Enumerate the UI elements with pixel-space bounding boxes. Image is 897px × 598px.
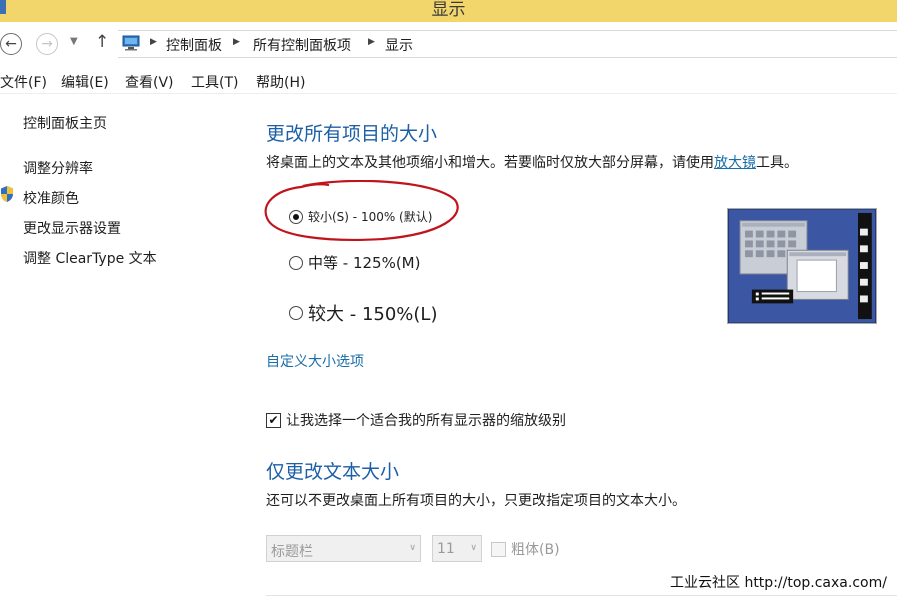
menu-file[interactable]: 文件(F) bbox=[0, 72, 47, 92]
chevron-down-icon: ∨ bbox=[470, 543, 477, 553]
watermark-text: 工业云社区 http://top.caxa.com/ bbox=[670, 575, 887, 591]
text-size-heading: 仅更改文本大小 bbox=[266, 461, 400, 483]
window-title: 显示 bbox=[431, 0, 466, 20]
bold-checkbox[interactable] bbox=[491, 541, 506, 557]
breadcrumb-all-items[interactable]: 所有控制面板项 bbox=[253, 35, 351, 55]
red-annotation-circle bbox=[264, 180, 459, 241]
size-option-label: 中等 - 125%(M) bbox=[308, 254, 421, 272]
sidebar-item-cleartype[interactable]: 调整 ClearType 文本 bbox=[23, 248, 157, 268]
menu-help[interactable]: 帮助(H) bbox=[256, 72, 305, 92]
description-text-end: 工具。 bbox=[756, 155, 798, 171]
title-bar: 显示 bbox=[0, 0, 897, 22]
recent-locations-button[interactable]: ▼ bbox=[70, 36, 78, 47]
font-size-value: 11 bbox=[437, 541, 455, 557]
size-option-larger[interactable]: 较大 - 150%(L) bbox=[289, 300, 437, 326]
size-option-medium[interactable]: 中等 - 125%(M) bbox=[289, 252, 420, 273]
description-text: 将桌面上的文本及其他项缩小和增大。若要临时仅放大部分屏幕，请使用 bbox=[266, 155, 714, 171]
magnifier-link[interactable]: 放大镜 bbox=[714, 155, 756, 171]
dropdown-icon: ▼ bbox=[70, 36, 78, 47]
computer-icon bbox=[122, 35, 140, 51]
text-size-description: 还可以不更改桌面上所有项目的大小，只更改指定项目的文本大小。 bbox=[266, 493, 686, 509]
custom-size-link[interactable]: 自定义大小选项 bbox=[266, 351, 364, 371]
radio-button[interactable] bbox=[289, 255, 303, 270]
item-select[interactable]: 标题栏 ∨ bbox=[266, 535, 421, 562]
scale-level-checkbox[interactable]: ✔ bbox=[266, 412, 281, 428]
sidebar-item-calibrate-color[interactable]: 校准颜色 bbox=[23, 188, 79, 208]
size-option-label: 较大 - 150%(L) bbox=[308, 304, 438, 325]
sidebar-item-resolution[interactable]: 调整分辨率 bbox=[23, 158, 93, 178]
bold-option[interactable]: 粗体(B) bbox=[491, 539, 560, 559]
breadcrumb-separator-icon[interactable]: ▶ bbox=[368, 37, 375, 47]
menu-tools[interactable]: 工具(T) bbox=[191, 72, 238, 92]
forward-arrow-icon: → bbox=[41, 36, 53, 52]
display-preview-icon bbox=[727, 208, 877, 324]
breadcrumb-control-panel[interactable]: 控制面板 bbox=[166, 35, 222, 55]
menu-bar: 文件(F) 编辑(E) 查看(V) 工具(T) 帮助(H) bbox=[0, 66, 897, 94]
up-button[interactable]: ↑ bbox=[95, 32, 109, 52]
up-arrow-icon: ↑ bbox=[95, 32, 110, 52]
chevron-down-icon: ∨ bbox=[409, 543, 416, 553]
page-description: 将桌面上的文本及其他项缩小和增大。若要临时仅放大部分屏幕，请使用放大镜工具。 bbox=[266, 152, 798, 172]
breadcrumb-display[interactable]: 显示 bbox=[385, 35, 413, 55]
sidebar-item-home[interactable]: 控制面板主页 bbox=[23, 113, 107, 133]
breadcrumb-separator-icon[interactable]: ▶ bbox=[233, 37, 240, 47]
back-arrow-icon: ← bbox=[5, 36, 17, 52]
item-select-value: 标题栏 bbox=[271, 544, 313, 560]
navigation-bar: ← → ▼ ↑ ▶ 控制面板 ▶ 所有控制面板项 ▶ 显示 bbox=[0, 22, 897, 66]
breadcrumb-separator-icon[interactable]: ▶ bbox=[150, 37, 157, 47]
page-heading: 更改所有项目的大小 bbox=[266, 123, 438, 145]
address-field[interactable]: ▶ 控制面板 ▶ 所有控制面板项 ▶ 显示 bbox=[118, 30, 897, 58]
menu-edit[interactable]: 编辑(E) bbox=[61, 72, 109, 92]
shield-icon bbox=[1, 186, 13, 202]
back-button[interactable]: ← bbox=[0, 33, 22, 55]
divider bbox=[266, 595, 897, 596]
font-size-select[interactable]: 11 ∨ bbox=[432, 535, 482, 562]
scale-level-label: 让我选择一个适合我的所有显示器的缩放级别 bbox=[286, 413, 566, 429]
forward-button[interactable]: → bbox=[36, 33, 58, 55]
radio-button[interactable] bbox=[289, 306, 303, 320]
scale-level-option[interactable]: ✔ 让我选择一个适合我的所有显示器的缩放级别 bbox=[266, 410, 566, 430]
bold-label: 粗体(B) bbox=[511, 542, 560, 558]
menu-view[interactable]: 查看(V) bbox=[125, 72, 174, 92]
sidebar-item-display-settings[interactable]: 更改显示器设置 bbox=[23, 218, 121, 238]
